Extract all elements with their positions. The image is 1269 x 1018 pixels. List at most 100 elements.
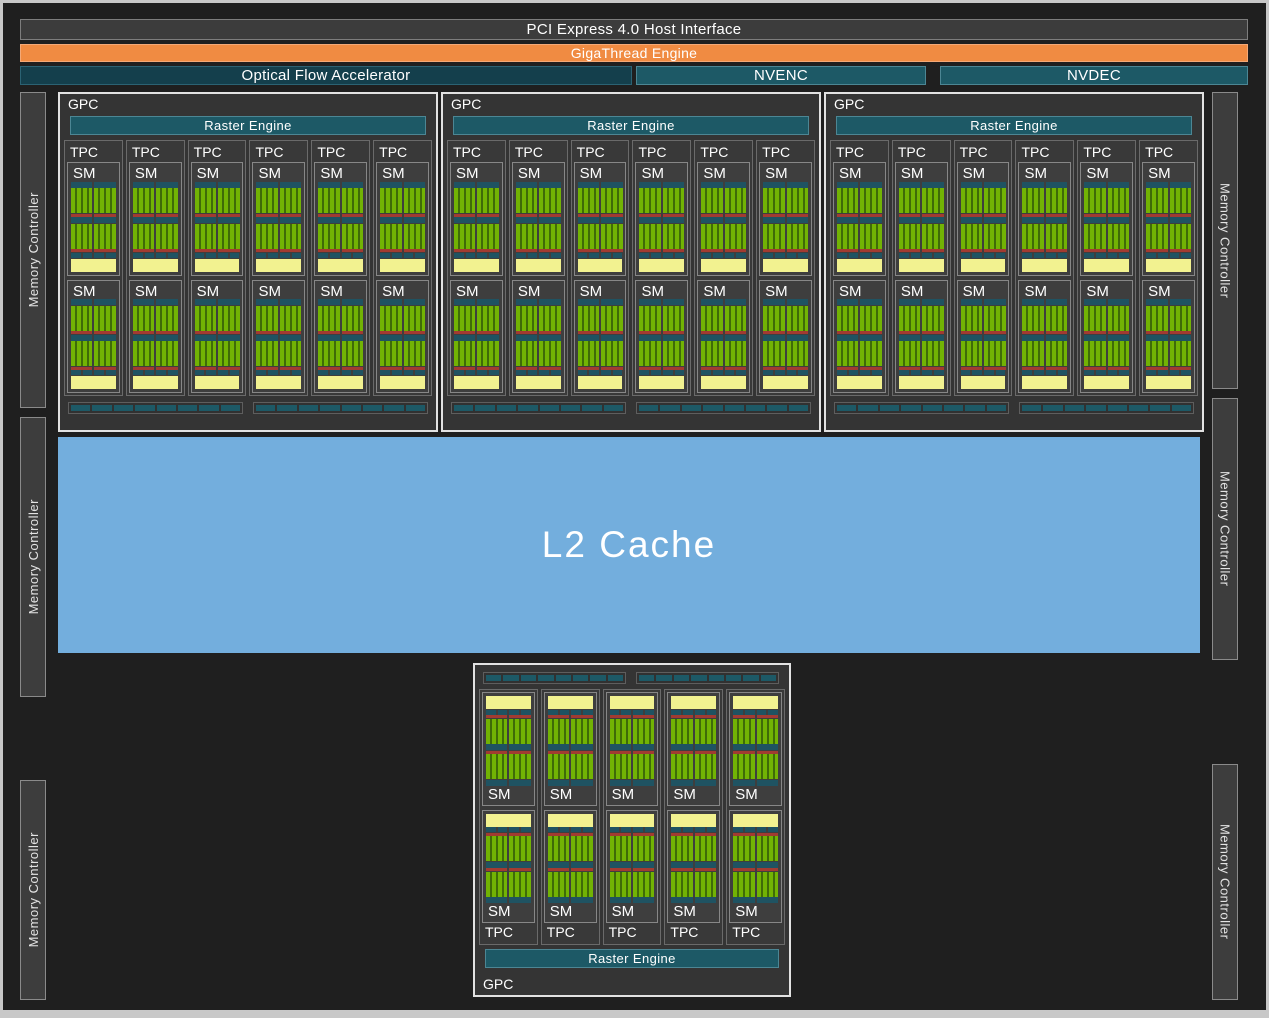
green-bar-group bbox=[639, 341, 660, 366]
memory-controller-label: Memory Controller bbox=[26, 192, 41, 307]
green-bar-group bbox=[218, 306, 239, 331]
teal-segment bbox=[645, 827, 655, 832]
green-bar-group bbox=[404, 341, 425, 366]
green-bar-group bbox=[837, 306, 858, 331]
green-bar-group bbox=[601, 306, 622, 331]
sm-stack: SM SM bbox=[482, 692, 535, 923]
green-bar-group bbox=[256, 188, 277, 213]
green-core-bars bbox=[318, 341, 363, 366]
green-bar-group bbox=[663, 188, 684, 213]
green-bar-group bbox=[1046, 341, 1067, 366]
red-segment bbox=[516, 214, 537, 217]
tpc-row: TPC SM SM TPC SM SM bbox=[64, 140, 432, 396]
sm-label: SM bbox=[71, 284, 116, 299]
red-segment bbox=[639, 331, 660, 334]
sm-block: SM bbox=[544, 810, 597, 924]
sm-stack: SM SM bbox=[1142, 162, 1195, 393]
red-strip bbox=[318, 367, 363, 370]
red-strip bbox=[899, 249, 944, 252]
teal-segment bbox=[477, 217, 498, 223]
red-segment bbox=[256, 367, 277, 370]
teal-segment bbox=[342, 253, 352, 258]
teal-segment bbox=[318, 182, 339, 188]
teal-segment bbox=[516, 217, 537, 223]
red-segment bbox=[477, 367, 498, 370]
green-bar-group bbox=[787, 188, 808, 213]
sm-block: SM bbox=[252, 280, 305, 394]
yellow-block bbox=[837, 376, 882, 389]
teal-segment bbox=[477, 253, 487, 258]
teal-strip-2seg bbox=[899, 335, 944, 341]
teal-segment bbox=[725, 335, 746, 341]
green-bar-group bbox=[94, 341, 115, 366]
teal-segment bbox=[911, 370, 921, 375]
red-segment bbox=[837, 331, 858, 334]
sm-label: SM bbox=[899, 166, 944, 181]
teal-strip-4seg bbox=[1022, 253, 1067, 258]
teal-segment bbox=[1158, 370, 1168, 375]
red-segment bbox=[601, 331, 622, 334]
teal-segment bbox=[1034, 253, 1044, 258]
teal-strip-4seg bbox=[961, 253, 1006, 258]
red-strip bbox=[610, 833, 655, 836]
teal-segment bbox=[787, 370, 797, 375]
teal-strip-4seg bbox=[548, 710, 593, 715]
green-bar-group bbox=[342, 224, 363, 249]
sm-block: SM bbox=[314, 280, 367, 394]
teal-segment bbox=[601, 370, 611, 375]
rop-strip bbox=[636, 672, 779, 684]
teal-segment bbox=[195, 253, 205, 258]
green-bar-group bbox=[380, 341, 401, 366]
green-bar-group bbox=[571, 754, 592, 779]
teal-segment bbox=[498, 827, 508, 832]
teal-strip-4seg bbox=[71, 370, 116, 375]
teal-segment bbox=[548, 710, 558, 715]
sm-stack: SM SM bbox=[376, 162, 429, 393]
green-bar-group bbox=[961, 341, 982, 366]
red-segment bbox=[280, 249, 301, 252]
teal-segment bbox=[621, 827, 631, 832]
green-bar-group bbox=[787, 306, 808, 331]
sm-block: SM bbox=[895, 162, 948, 276]
sm-label: SM bbox=[133, 166, 178, 181]
teal-segment bbox=[961, 335, 982, 341]
red-segment bbox=[837, 367, 858, 370]
green-bar-group bbox=[837, 224, 858, 249]
red-segment bbox=[318, 367, 339, 370]
teal-segment bbox=[671, 744, 692, 750]
green-core-bars bbox=[763, 224, 808, 249]
teal-segment bbox=[218, 335, 239, 341]
red-segment bbox=[578, 214, 599, 217]
teal-strip-4seg bbox=[733, 710, 778, 715]
teal-segment bbox=[763, 253, 773, 258]
green-core-bars bbox=[516, 188, 561, 213]
green-bar-group bbox=[610, 754, 631, 779]
red-segment bbox=[725, 249, 746, 252]
teal-segment bbox=[486, 744, 507, 750]
red-segment bbox=[733, 833, 754, 836]
rop-segment bbox=[256, 405, 275, 411]
red-strip bbox=[610, 868, 655, 871]
teal-segment bbox=[922, 299, 943, 305]
teal-segment bbox=[516, 370, 526, 375]
teal-segment bbox=[633, 744, 654, 750]
green-bar-group bbox=[71, 306, 92, 331]
red-segment bbox=[860, 367, 881, 370]
red-segment bbox=[763, 214, 784, 217]
red-segment bbox=[701, 214, 722, 217]
teal-strip-2seg bbox=[763, 299, 808, 305]
green-core-bars bbox=[610, 836, 655, 861]
yellow-block bbox=[701, 259, 746, 272]
teal-segment bbox=[218, 370, 228, 375]
teal-segment bbox=[837, 299, 858, 305]
teal-segment bbox=[560, 827, 570, 832]
green-bar-group bbox=[548, 754, 569, 779]
red-segment bbox=[610, 868, 631, 871]
sm-block: SM bbox=[729, 810, 782, 924]
red-strip bbox=[733, 751, 778, 754]
red-strip bbox=[610, 751, 655, 754]
green-core-bars bbox=[486, 719, 531, 744]
teal-segment bbox=[860, 299, 881, 305]
green-core-bars bbox=[899, 224, 944, 249]
teal-segment bbox=[610, 827, 620, 832]
